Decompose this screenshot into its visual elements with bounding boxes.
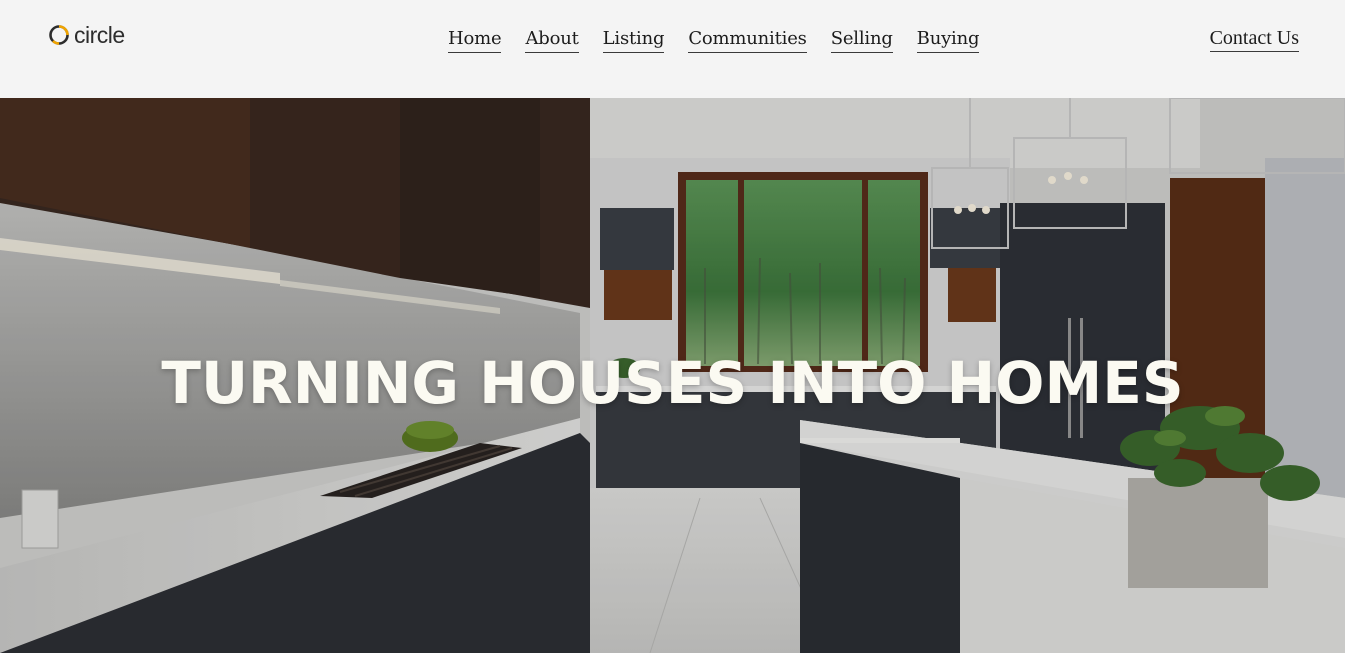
nav-item-buying[interactable]: Buying bbox=[916, 27, 980, 53]
nav-item-home[interactable]: Home bbox=[448, 27, 502, 53]
hero-section: TURNING HOUSES INTO HOMES bbox=[0, 98, 1345, 653]
site-header: circle Home About Listing Communities Se… bbox=[0, 0, 1345, 98]
nav-item-listing[interactable]: Listing bbox=[602, 27, 665, 53]
logo-link[interactable]: circle bbox=[48, 22, 125, 48]
hero-title: TURNING HOUSES INTO HOMES bbox=[161, 349, 1184, 417]
circle-logo-icon bbox=[48, 24, 70, 46]
contact-us-link[interactable]: Contact Us bbox=[1209, 26, 1299, 52]
nav-item-about[interactable]: About bbox=[525, 27, 579, 53]
nav-item-communities[interactable]: Communities bbox=[688, 27, 807, 53]
nav-item-selling[interactable]: Selling bbox=[830, 27, 893, 53]
main-nav: Home About Listing Communities Selling B… bbox=[448, 27, 980, 53]
logo-text: circle bbox=[74, 22, 125, 48]
